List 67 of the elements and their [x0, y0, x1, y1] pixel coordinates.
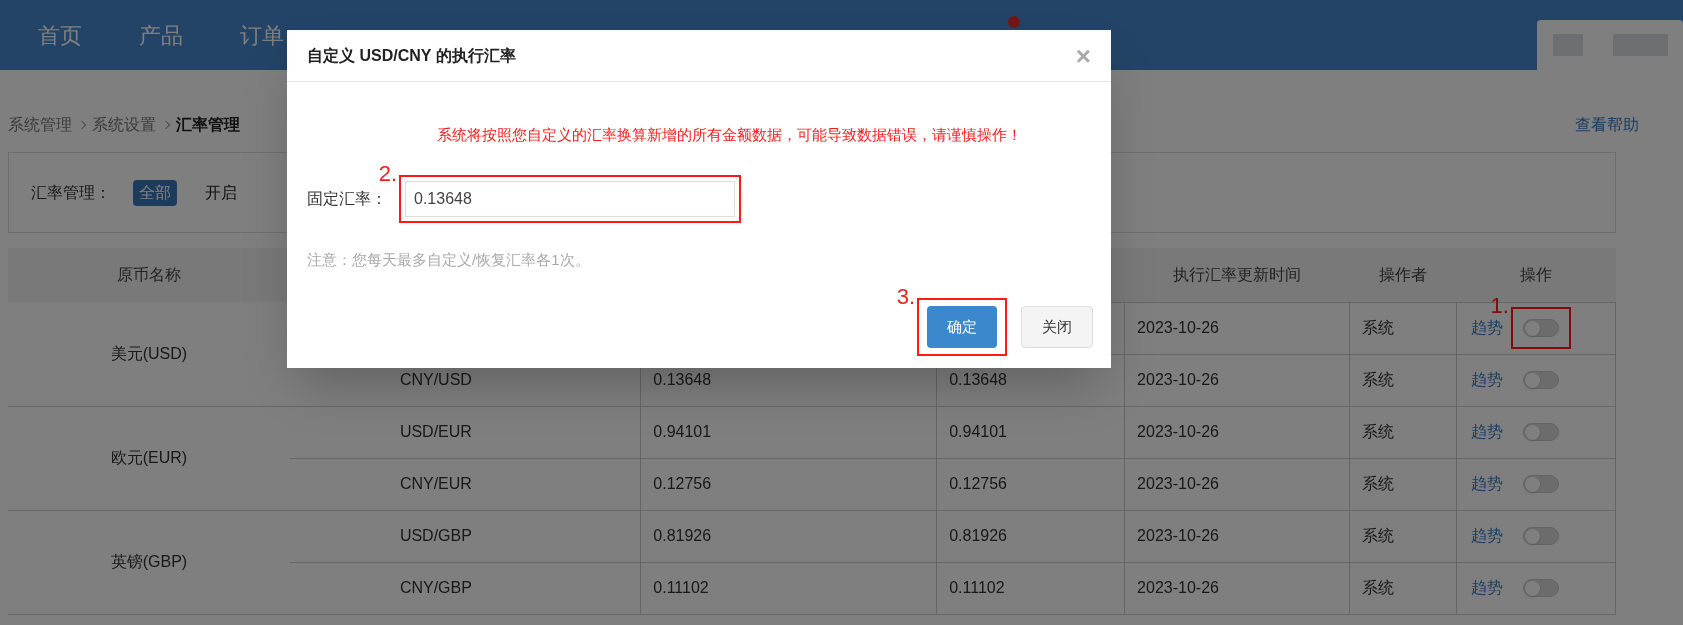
update-date: 2023-10-26 [1137, 579, 1219, 596]
rate-value: 0.81926 [949, 527, 1007, 544]
rate-value: 0.11102 [653, 579, 709, 596]
currency-name: 英镑(GBP) [110, 553, 188, 570]
toggle-switch[interactable] [1522, 527, 1559, 545]
breadcrumb-item[interactable]: 汇率管理 [176, 113, 240, 137]
nav-item[interactable]: 产品 [139, 18, 183, 52]
warning-message: 系统将按照您自定义的汇率换算新增的所有金额数据，可能导致数据错误，请谨慎操作！ [436, 126, 1022, 143]
toggle-switch[interactable] [1522, 475, 1559, 493]
note-text: 注意：您每天最多自定义/恢复汇率各1次。 [307, 250, 590, 268]
trend-link[interactable]: 趋势 [1470, 368, 1503, 392]
trend-link[interactable]: 趋势 [1470, 472, 1503, 496]
trend-link[interactable]: 趋势 [1470, 420, 1503, 444]
user-tab[interactable] [1537, 20, 1683, 70]
column-header: 操作者 [1379, 265, 1427, 283]
toggle-switch[interactable] [1522, 579, 1559, 597]
filter-option[interactable]: 开启 [199, 179, 243, 206]
update-date: 2023-10-26 [1137, 319, 1219, 336]
column-header: 原币名称 [116, 266, 181, 283]
help-link[interactable]: 查看帮助 [1575, 113, 1639, 137]
rate-value: 0.12756 [653, 475, 712, 492]
rate-value: 0.12756 [949, 475, 1007, 492]
toggle-switch[interactable] [1522, 371, 1559, 389]
update-date: 2023-10-26 [1137, 475, 1219, 492]
column-header: 操作 [1520, 265, 1552, 283]
filter-option[interactable]: 全部 [133, 179, 177, 206]
update-date: 2023-10-26 [1137, 527, 1219, 544]
currency-pair: CNY/GBP [399, 579, 472, 596]
rate-value: 0.94101 [653, 423, 712, 440]
operator-name: 系统 [1362, 319, 1394, 336]
dialog-title: 自定义 USD/CNY 的执行汇率 [307, 45, 516, 66]
currency-pair: CNY/USD [399, 371, 472, 388]
update-date: 2023-10-26 [1137, 371, 1219, 388]
toggle-switch[interactable] [1522, 423, 1559, 441]
operator-name: 系统 [1362, 371, 1394, 388]
operator-name: 系统 [1362, 475, 1394, 492]
filter-label: 汇率管理： [31, 182, 111, 203]
nav-item[interactable]: 订单 [240, 18, 284, 52]
currency-pair: CNY/EUR [399, 475, 472, 492]
confirm-button[interactable]: 确定 [927, 306, 997, 348]
operator-name: 系统 [1362, 527, 1394, 544]
step-number: 3. [896, 286, 915, 308]
rate-value: 0.13648 [949, 371, 1007, 388]
toggle-switch[interactable] [1522, 319, 1559, 337]
currency-name: 欧元(EUR) [110, 449, 188, 466]
nav-item[interactable]: 首页 [38, 18, 82, 52]
currency-name: 美元(USD) [110, 344, 188, 362]
breadcrumb-item[interactable]: 系统管理 [8, 113, 72, 137]
trend-link[interactable]: 趋势 [1470, 316, 1503, 340]
trend-link[interactable]: 趋势 [1470, 576, 1503, 600]
trend-link[interactable]: 趋势 [1470, 524, 1503, 548]
currency-pair: USD/GBP [399, 527, 472, 544]
rate-value: 0.81926 [653, 527, 712, 544]
rate-value: 0.11102 [949, 579, 1005, 596]
operator-name: 系统 [1362, 423, 1394, 440]
operator-name: 系统 [1362, 579, 1394, 596]
rate-value: 0.94101 [949, 423, 1007, 440]
field-label: 固定汇率： [307, 188, 388, 209]
breadcrumb-item[interactable]: 系统设置 [92, 113, 156, 137]
close-button[interactable]: 关闭 [1021, 306, 1093, 348]
step-number: 2. [378, 162, 397, 185]
rate-value: 0.13648 [653, 371, 712, 388]
column-header: 执行汇率更新时间 [1173, 265, 1302, 283]
update-date: 2023-10-26 [1137, 423, 1219, 440]
rate-input[interactable]: 0.13648 [405, 180, 735, 217]
currency-pair: USD/EUR [399, 423, 472, 440]
step-number: 1. [1490, 295, 1509, 317]
